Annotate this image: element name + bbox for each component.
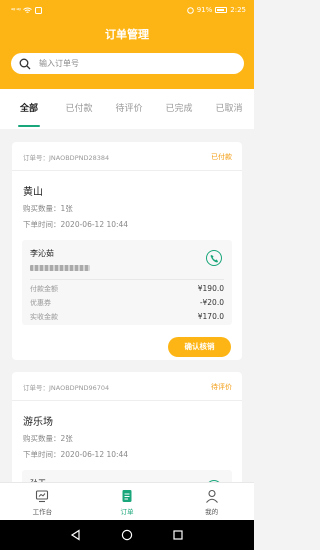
contact-name: 孙玉 [22,470,232,482]
tab-paid[interactable]: 已付款 [54,89,104,129]
tab-pending-review[interactable]: 待评价 [104,89,154,129]
tab-all[interactable]: 全部 [4,89,54,129]
nav-label: 我的 [205,508,219,516]
clock: 2:25 [230,6,246,14]
search-bar[interactable] [11,53,244,74]
order-time: 下单时间：2020-06-12 10:44 [23,450,129,459]
payment-row: 付款金额 ¥190.0 [22,280,232,294]
call-button[interactable] [206,250,222,266]
alarm-icon [186,6,194,14]
order-quantity: 购买数量：1张 [23,204,73,213]
nav-item-orders[interactable]: 订单 [85,483,170,520]
contact-phone-blurred [30,265,90,271]
order-time: 下单时间：2020-06-12 10:44 [23,220,129,229]
phone-icon [209,254,218,263]
coupon-value: -¥20.0 [199,298,224,307]
order-number: 订单号：JNAOBDPND96704 [23,384,110,392]
nav-label: 工作台 [32,508,53,516]
order-detail-box: 孙玉 [22,470,232,482]
order-place: 游乐场 [23,417,53,428]
coupon-label: 优惠券 [30,299,51,307]
page-title: 订单管理 [105,28,149,41]
actual-amount-label: 实收金款 [30,313,58,321]
order-quantity: 购买数量：2张 [23,434,73,443]
payment-value: ¥190.0 [197,284,224,293]
tab-completed[interactable]: 已完成 [154,89,204,129]
order-tabs: 全部 已付款 待评价 已完成 已取消 [0,89,254,129]
order-status-badge: 待评价 [211,383,232,391]
wifi-icon [23,7,33,13]
home-icon[interactable] [121,529,133,541]
search-icon [19,58,31,69]
order-number: 订单号：JNAOBDPND28384 [23,154,110,162]
status-bar: ᵊᵍ ᵊᵍ 91% 2:25 [0,0,254,20]
tab-cancelled[interactable]: 已取消 [204,89,254,129]
battery-percent: 91% [196,6,213,14]
notification-icon [35,6,43,14]
order-list[interactable]: 订单号：JNAOBDPND28384 已付款 黄山 购买数量：1张 下单时间：2… [0,136,254,482]
profile-icon [205,489,218,503]
system-navigation-bar [0,520,254,550]
recent-apps-icon[interactable] [172,529,184,541]
actual-amount-value: ¥170.0 [197,312,224,321]
header: ᵊᵍ ᵊᵍ 91% 2:25 订单管理 [0,0,254,89]
bottom-nav: 工作台 订单 我的 [0,482,254,520]
confirm-redeem-button[interactable]: 确认核销 [168,337,231,357]
contact-name: 李沁茹 [30,249,54,258]
order-place: 黄山 [23,187,43,198]
payment-label: 付款金额 [30,285,58,293]
actual-amount-row: 实收金款 ¥170.0 [22,308,232,322]
nav-label: 订单 [120,508,134,516]
order-card[interactable]: 订单号：JNAOBDPND96704 待评价 游乐场 购买数量：2张 下单时间：… [12,372,242,482]
search-input[interactable] [39,59,229,68]
coupon-row: 优惠券 -¥20.0 [22,294,232,308]
nav-item-workbench[interactable]: 工作台 [0,483,85,520]
order-card[interactable]: 订单号：JNAOBDPND28384 已付款 黄山 购买数量：1张 下单时间：2… [12,142,242,360]
nav-item-profile[interactable]: 我的 [169,483,254,520]
back-icon[interactable] [70,529,82,541]
workbench-icon [36,490,49,503]
order-detail-box: 李沁茹 付款金额 ¥190.0 优惠券 -¥20.0 实收金款 ¥170.0 [22,240,232,325]
battery-icon [215,7,228,13]
order-icon [122,490,132,502]
signal-indicator: ᵊᵍ ᵊᵍ [11,6,21,14]
order-status-badge: 已付款 [211,153,232,161]
